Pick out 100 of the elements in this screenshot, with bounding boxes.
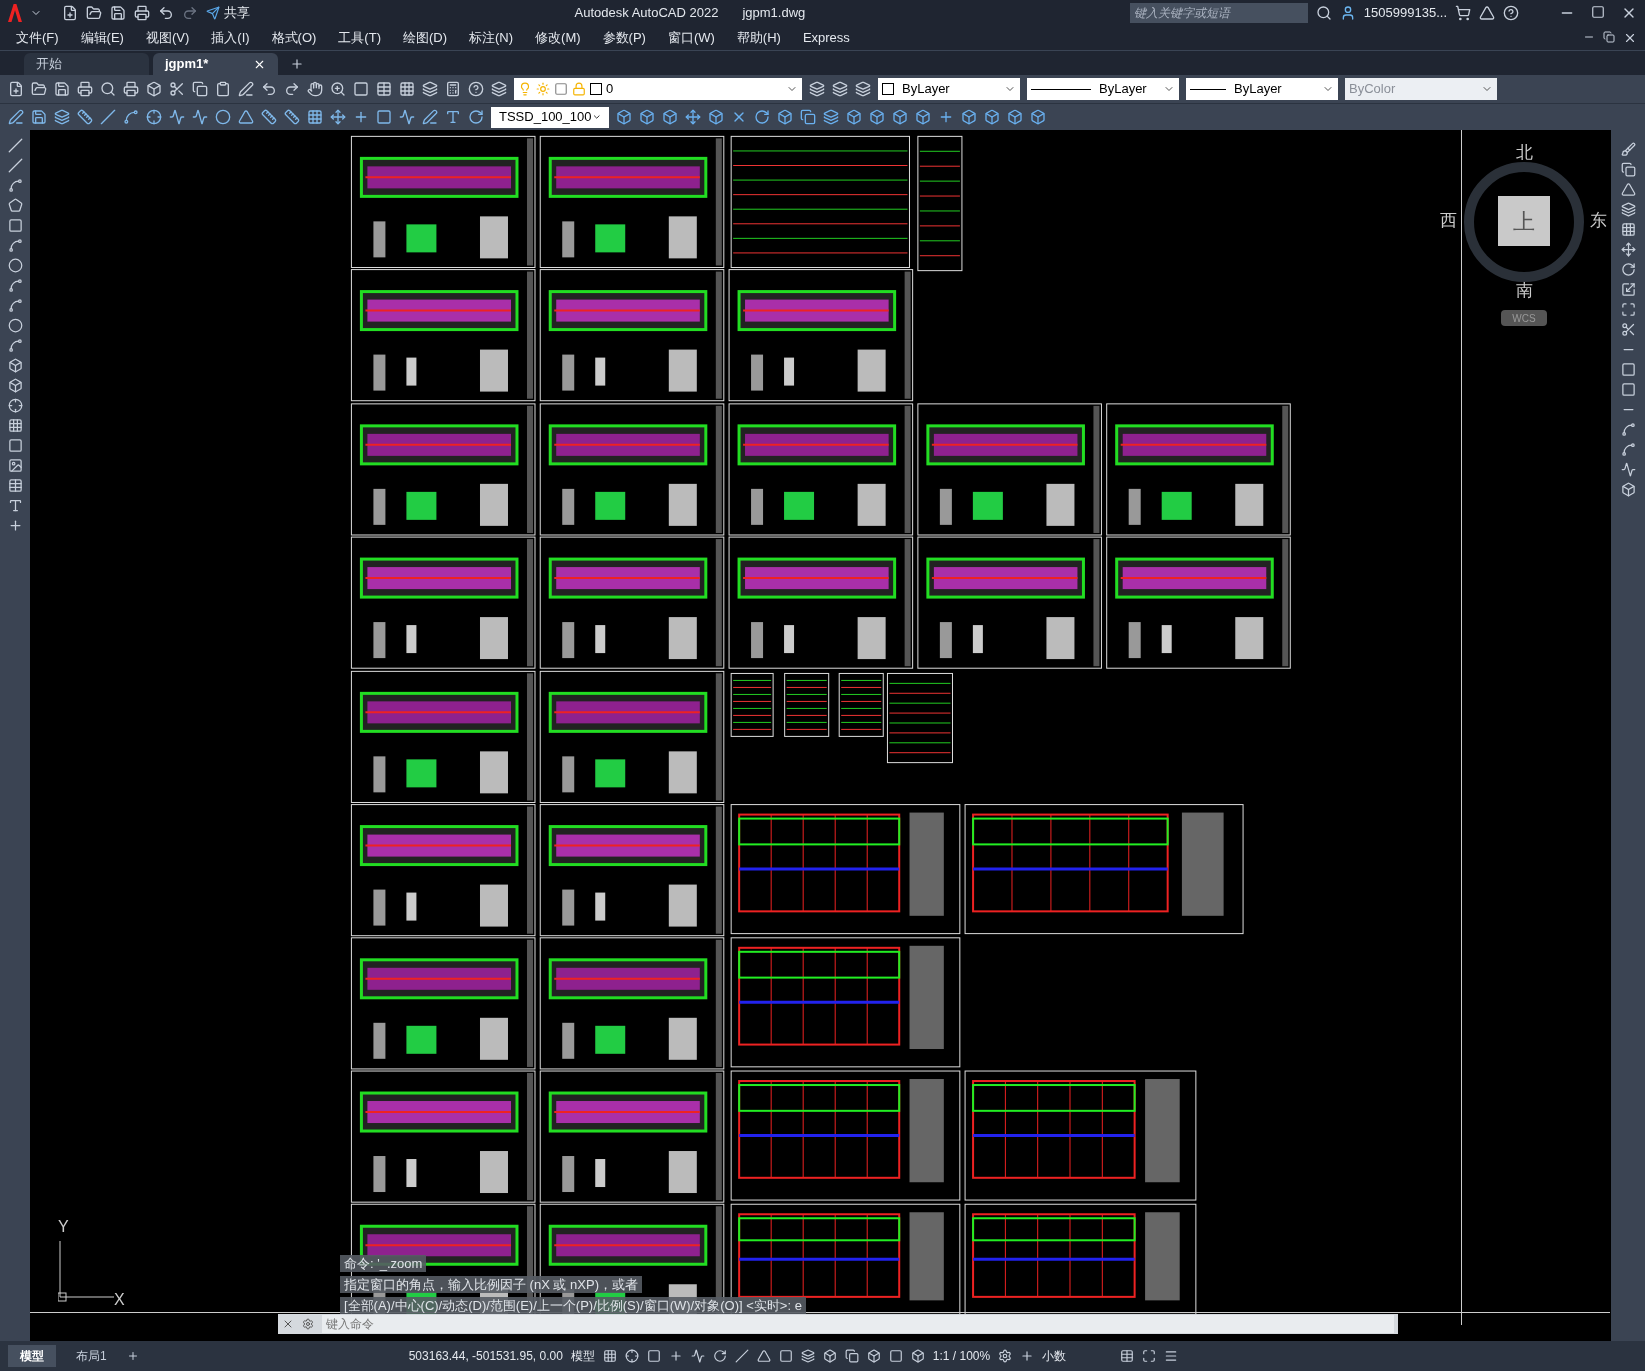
cut-icon[interactable] bbox=[169, 81, 185, 97]
undo-icon[interactable] bbox=[158, 5, 174, 21]
property-dropdown[interactable]: ByLayer bbox=[1027, 78, 1179, 100]
circle-icon[interactable] bbox=[7, 258, 23, 273]
settings-icon[interactable] bbox=[998, 1349, 1013, 1363]
menu-item[interactable]: 帮助(H) bbox=[736, 28, 781, 48]
save-icon[interactable] bbox=[54, 81, 70, 97]
new-layout-icon[interactable] bbox=[126, 1350, 139, 1362]
preview-icon[interactable] bbox=[100, 81, 116, 97]
rotate-face-icon[interactable] bbox=[754, 109, 770, 125]
status-toggle-icon[interactable] bbox=[624, 1349, 639, 1363]
settings-icon[interactable] bbox=[302, 1318, 314, 1330]
menu-item[interactable]: 格式(O) bbox=[271, 28, 317, 48]
ellipse-icon[interactable] bbox=[7, 318, 23, 333]
model-space-button[interactable]: 模型 bbox=[570, 1347, 595, 1365]
redo-icon[interactable] bbox=[182, 5, 198, 21]
property-dropdown[interactable]: ByLayer bbox=[878, 78, 1020, 100]
arc-dimension-icon[interactable] bbox=[123, 109, 139, 125]
menu-item[interactable]: 视图(V) bbox=[145, 28, 190, 48]
restore-icon[interactable] bbox=[1603, 31, 1615, 43]
trim-icon[interactable] bbox=[1620, 322, 1636, 337]
cart-icon[interactable] bbox=[1455, 5, 1471, 21]
copy-icon[interactable] bbox=[1620, 162, 1636, 177]
construction-line-icon[interactable] bbox=[7, 158, 23, 173]
move-icon[interactable] bbox=[1620, 242, 1636, 257]
layer-state-icon[interactable] bbox=[491, 81, 507, 97]
file-tab[interactable]: 开始 bbox=[24, 53, 149, 75]
text-icon[interactable] bbox=[7, 498, 23, 513]
drawing-canvas[interactable]: 北 东 南 西 上 WCS Y X 命令: '_.zoom 指定窗口的角点，输入比例因子 (nX 或 nXP)，或者 [全部(A)/中心(C)/动态(D)/范围(E)/上一个(P)/比例(S)/窗口(W)/对象(O)] <实时>: e 键入命令 bbox=[30, 130, 1611, 1341]
status-toggle-icon[interactable] bbox=[756, 1349, 771, 1363]
erase-icon[interactable] bbox=[1620, 142, 1636, 157]
image-icon[interactable] bbox=[7, 458, 23, 473]
angle-icon[interactable] bbox=[238, 109, 254, 125]
new-file-icon[interactable] bbox=[8, 81, 24, 97]
fullscreen-icon[interactable] bbox=[1142, 1349, 1157, 1363]
menu-item[interactable]: 插入(I) bbox=[211, 28, 250, 48]
mirror-icon[interactable] bbox=[1620, 182, 1636, 197]
search-icon[interactable] bbox=[1315, 5, 1332, 21]
point-icon[interactable] bbox=[7, 398, 23, 413]
menu-item[interactable]: 标注(N) bbox=[469, 28, 514, 48]
file-tab[interactable]: jgpm1* bbox=[153, 53, 278, 75]
layer-previous-icon[interactable] bbox=[832, 81, 848, 97]
dimension-edit-icon[interactable] bbox=[422, 109, 438, 125]
cube-face[interactable]: 上 bbox=[1498, 196, 1550, 246]
autocad-logo-icon[interactable] bbox=[8, 4, 22, 22]
polygon-icon[interactable] bbox=[7, 198, 23, 213]
status-toggle-icon[interactable] bbox=[866, 1349, 881, 1363]
folder-icon[interactable] bbox=[86, 5, 102, 21]
layer-dropdown[interactable]: 0 bbox=[514, 78, 802, 100]
table-icon[interactable] bbox=[7, 478, 23, 493]
share-button[interactable]: 共享 bbox=[206, 3, 250, 23]
add-icon[interactable] bbox=[938, 109, 954, 125]
menu-item[interactable]: 绘图(D) bbox=[402, 28, 447, 48]
menu-item[interactable]: 编辑(E) bbox=[80, 28, 124, 48]
status-toggle-icon[interactable] bbox=[668, 1349, 683, 1363]
plot-icon[interactable] bbox=[123, 81, 139, 97]
center-mark-icon[interactable] bbox=[353, 109, 369, 125]
close-icon[interactable] bbox=[282, 1318, 294, 1330]
search-field[interactable]: 键入关键字或短语 bbox=[1129, 3, 1308, 23]
layers-icon[interactable] bbox=[54, 109, 70, 125]
polyline-icon[interactable] bbox=[7, 178, 23, 193]
folder-icon[interactable] bbox=[31, 81, 47, 97]
arc-icon[interactable] bbox=[7, 238, 23, 253]
units-button[interactable]: 小数 bbox=[1042, 1347, 1113, 1365]
rectangle-icon[interactable] bbox=[7, 218, 23, 233]
status-toggle-icon[interactable] bbox=[690, 1349, 705, 1363]
ordinate-icon[interactable] bbox=[146, 109, 162, 125]
array-icon[interactable] bbox=[1620, 222, 1636, 237]
inspect-icon[interactable] bbox=[376, 109, 392, 125]
fillet-icon[interactable] bbox=[1620, 422, 1636, 437]
ellipse-arc-icon[interactable] bbox=[7, 338, 23, 353]
menu-item[interactable]: 修改(M) bbox=[535, 28, 581, 48]
rotate-icon[interactable] bbox=[1620, 262, 1636, 277]
undo-icon[interactable] bbox=[261, 81, 277, 97]
status-toggle-icon[interactable] bbox=[778, 1349, 793, 1363]
status-toggle-icon[interactable] bbox=[712, 1349, 727, 1363]
copy-icon[interactable] bbox=[192, 81, 208, 97]
aligned-dimension-icon[interactable] bbox=[100, 109, 116, 125]
menu-item[interactable]: 工具(T) bbox=[338, 28, 381, 48]
match-icon[interactable] bbox=[238, 81, 254, 97]
spline-icon[interactable] bbox=[7, 298, 23, 313]
baseline-icon[interactable] bbox=[261, 109, 277, 125]
scale-icon[interactable] bbox=[1620, 282, 1636, 297]
close-icon[interactable] bbox=[1623, 31, 1637, 45]
line-icon[interactable] bbox=[7, 138, 23, 153]
help-icon[interactable] bbox=[468, 81, 484, 97]
text-edit-icon[interactable] bbox=[445, 109, 461, 125]
print-icon[interactable] bbox=[77, 81, 93, 97]
redo-icon[interactable] bbox=[284, 81, 300, 97]
layer-match-icon[interactable] bbox=[855, 81, 871, 97]
pan-icon[interactable] bbox=[307, 81, 323, 97]
menu-icon[interactable] bbox=[1164, 1349, 1179, 1363]
zoom-window-icon[interactable] bbox=[353, 81, 369, 97]
edit-icon[interactable] bbox=[8, 109, 24, 125]
layout-tab[interactable]: 模型 bbox=[8, 1345, 56, 1367]
update-icon[interactable] bbox=[468, 109, 484, 125]
continue-icon[interactable] bbox=[284, 109, 300, 125]
copy-face-icon[interactable] bbox=[800, 109, 816, 125]
linear-dimension-icon[interactable] bbox=[77, 109, 93, 125]
calculator-icon[interactable] bbox=[445, 81, 461, 97]
